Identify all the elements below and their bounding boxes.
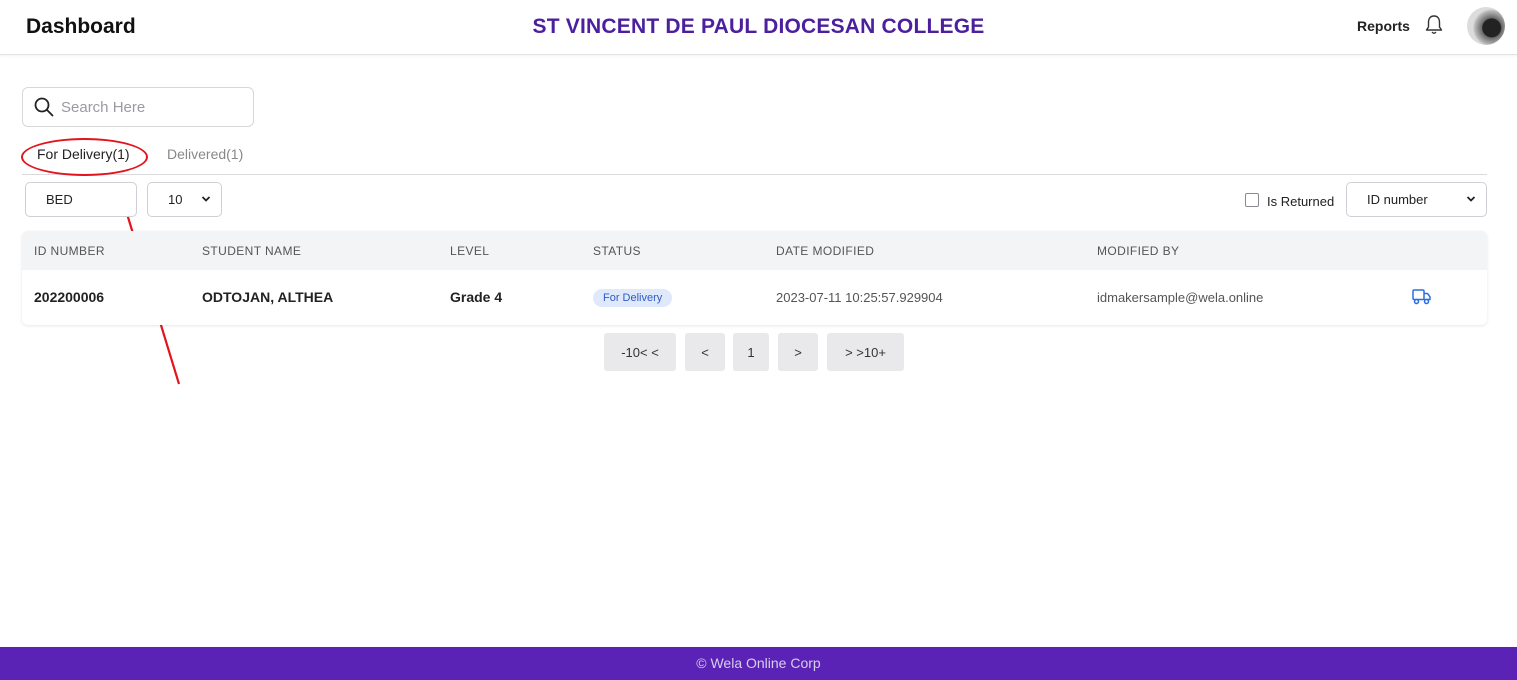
status-badge: For Delivery	[593, 289, 673, 307]
tab-delivered[interactable]: Delivered(1)	[167, 146, 243, 162]
search-icon	[34, 97, 54, 117]
chevron-down-icon	[201, 196, 211, 202]
cell-modified-by: idmakersample@wela.online	[1097, 290, 1264, 305]
cell-id-number: 202200006	[34, 289, 105, 305]
cell-level: Grade 4	[450, 289, 503, 305]
page-size-value: 10	[168, 192, 183, 207]
is-returned-checkbox[interactable]	[1245, 192, 1259, 207]
footer: © Wela Online Corp	[0, 647, 1517, 680]
school-name: ST VINCENT DE PAUL DIOCESAN COLLEGE	[532, 15, 985, 38]
page-forward-10-button[interactable]: > >10+	[827, 333, 904, 371]
sort-by-select[interactable]: ID number	[1346, 182, 1487, 217]
page-current-button[interactable]: 1	[733, 333, 769, 371]
column-id-number: ID NUMBER	[34, 244, 105, 258]
table-header: ID NUMBER STUDENT NAME LEVEL STATUS DATE…	[22, 231, 1487, 270]
column-student-name: STUDENT NAME	[202, 244, 302, 258]
column-status: STATUS	[593, 244, 641, 258]
department-select[interactable]: BED	[25, 182, 137, 217]
table-row[interactable]: 202200006 ODTOJAN, ALTHEA Grade 4 For De…	[22, 270, 1487, 324]
avatar[interactable]	[1467, 7, 1505, 45]
cell-date-modified: 2023-07-11 10:25:57.929904	[776, 290, 943, 305]
status-tabs: For Delivery(1) Delivered(1)	[22, 142, 1487, 175]
is-returned-filter[interactable]: Is Returned	[1245, 192, 1335, 209]
reports-link[interactable]: Reports	[1357, 18, 1410, 34]
delivery-table: ID NUMBER STUDENT NAME LEVEL STATUS DATE…	[22, 231, 1487, 325]
column-modified-by: MODIFIED BY	[1097, 244, 1180, 258]
tab-for-delivery[interactable]: For Delivery(1)	[37, 146, 130, 162]
is-returned-label: Is Returned	[1267, 194, 1335, 209]
column-date-modified: DATE MODIFIED	[776, 244, 875, 258]
column-level: LEVEL	[450, 244, 490, 258]
dashboard-title[interactable]: Dashboard	[26, 15, 136, 39]
page-size-select[interactable]: 10	[147, 182, 222, 217]
bell-icon[interactable]	[1424, 14, 1444, 36]
page-next-button[interactable]: >	[778, 333, 818, 371]
page-back-10-button[interactable]: -10< <	[604, 333, 676, 371]
page-prev-button[interactable]: <	[685, 333, 725, 371]
search-box[interactable]	[22, 87, 254, 127]
search-input[interactable]	[61, 98, 241, 116]
truck-icon[interactable]	[1412, 288, 1431, 305]
sort-by-value: ID number	[1367, 192, 1428, 207]
chevron-down-icon	[1466, 196, 1476, 202]
top-navbar: Dashboard ST VINCENT DE PAUL DIOCESAN CO…	[0, 0, 1517, 55]
cell-student-name: ODTOJAN, ALTHEA	[202, 289, 334, 305]
department-value: BED	[46, 192, 73, 207]
